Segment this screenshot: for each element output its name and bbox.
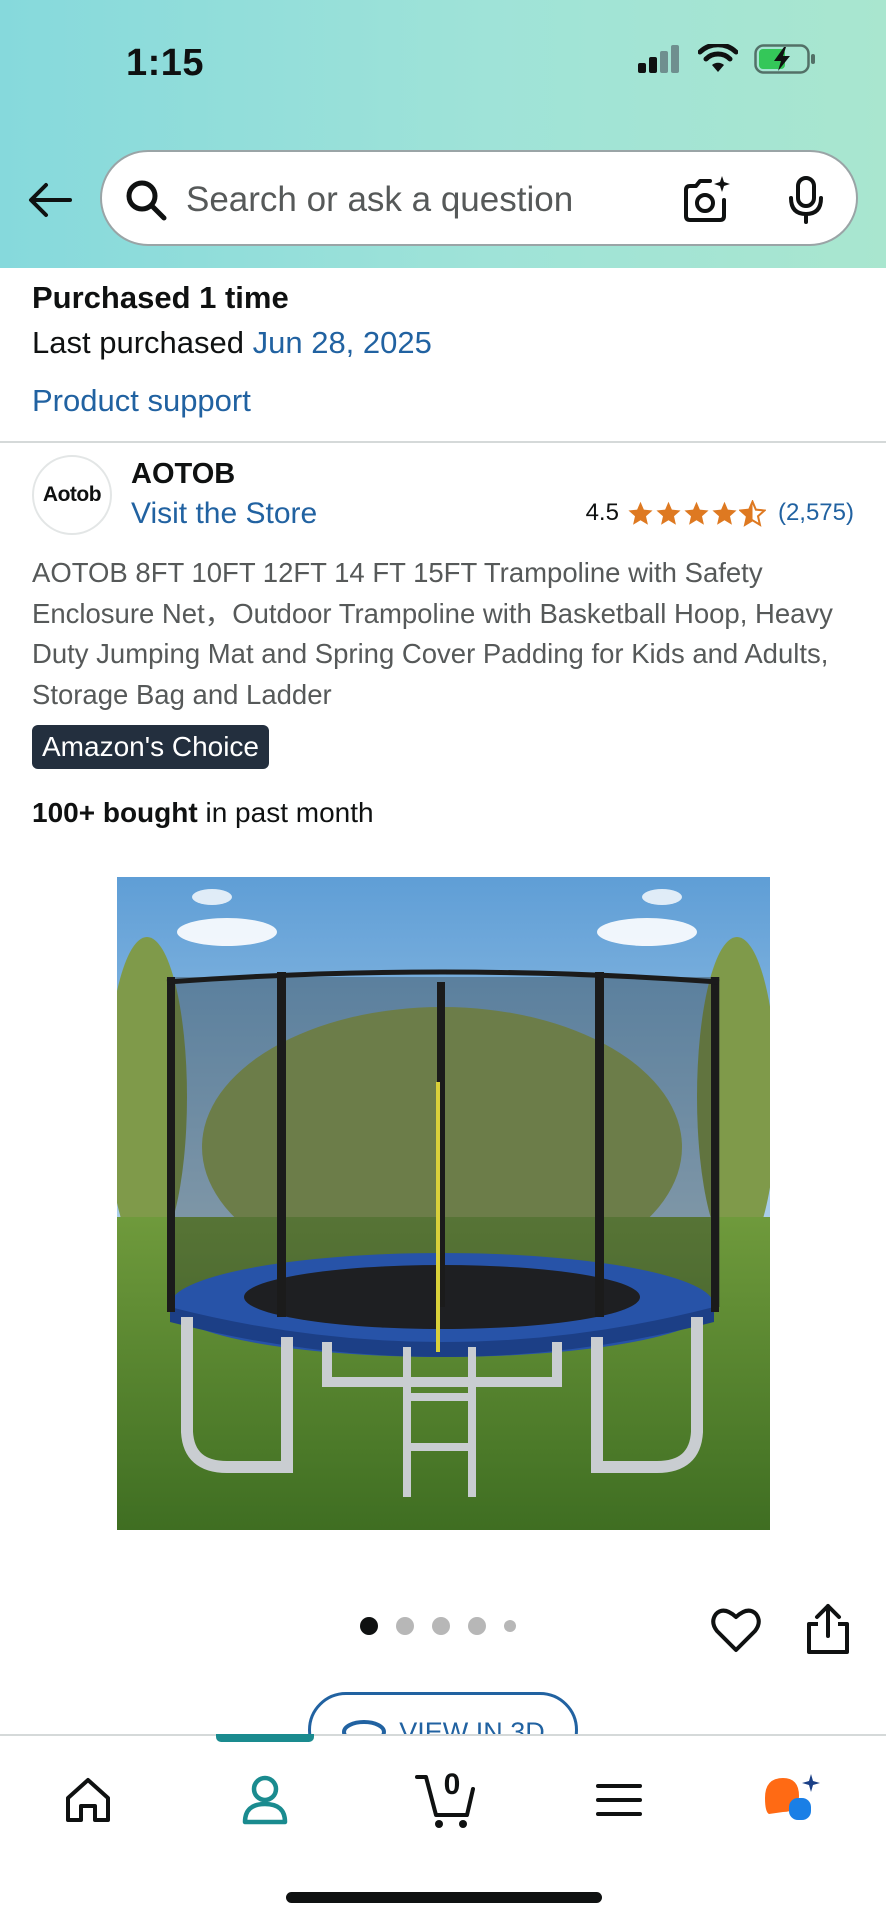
carousel-dot[interactable]: [432, 1617, 450, 1635]
carousel-dot-active[interactable]: [360, 1617, 378, 1635]
camera-search-icon[interactable]: [678, 172, 734, 228]
rating-value: 4.5: [585, 499, 619, 526]
bought-count: 100+ bought: [32, 797, 198, 828]
trampoline-image: [117, 877, 770, 1530]
image-carousel-indicator[interactable]: [360, 1617, 516, 1635]
brand-logo-text: Aotob: [42, 483, 102, 506]
tab-menu[interactable]: [585, 1766, 653, 1834]
purchase-count: Purchased 1 time: [32, 280, 289, 315]
brand-name: AOTOB: [131, 458, 236, 490]
microphone-icon[interactable]: [778, 172, 834, 228]
battery-charging-icon: [754, 44, 815, 74]
tab-rufus-assistant[interactable]: [758, 1766, 826, 1834]
visit-store-link[interactable]: Visit the Store: [131, 497, 317, 531]
rating-summary[interactable]: 4.5 (2,575): [586, 499, 854, 527]
star-icon: [656, 501, 681, 525]
tab-home[interactable]: [54, 1766, 122, 1834]
last-purchased-date-link[interactable]: Jun 28, 2025: [253, 325, 432, 360]
share-icon[interactable]: [802, 1602, 854, 1656]
account-icon: [242, 1775, 288, 1825]
active-tab-indicator: [216, 1734, 314, 1742]
star-icon: [712, 501, 737, 525]
cart-count: 0: [443, 1768, 461, 1801]
back-arrow-icon: [29, 183, 72, 217]
section-divider: [0, 441, 886, 443]
carousel-dot[interactable]: [468, 1617, 486, 1635]
last-purchased: Last purchased Jun 28, 2025: [32, 320, 852, 366]
last-purchased-label: Last purchased: [32, 325, 244, 360]
product-image[interactable]: [117, 877, 770, 1530]
carousel-dot[interactable]: [504, 1620, 516, 1632]
product-title: AOTOB 8FT 10FT 12FT 14 FT 15FT Trampolin…: [32, 557, 833, 710]
hamburger-menu-icon: [596, 1784, 642, 1816]
half-star-icon: [738, 499, 766, 527]
tab-cart[interactable]: 0: [410, 1766, 484, 1834]
search-placeholder: Search or ask a question: [186, 180, 574, 219]
signal-icon: [638, 45, 679, 73]
bottom-tab-bar: 0: [0, 1734, 886, 1920]
bought-period: in past month: [205, 797, 374, 828]
header: 1:15 Search or ask a question: [0, 0, 886, 268]
carousel-dot[interactable]: [396, 1617, 414, 1635]
amazons-choice-badge[interactable]: Amazon's Choice: [32, 725, 269, 769]
back-button[interactable]: [26, 176, 74, 224]
purchase-history: Purchased 1 time Last purchased Jun 28, …: [32, 278, 852, 424]
rufus-assistant-icon: [765, 1774, 820, 1820]
star-icon: [628, 501, 653, 525]
search-icon: [126, 180, 167, 221]
search-input[interactable]: Search or ask a question: [100, 150, 858, 246]
rating-count-link[interactable]: (2,575): [778, 499, 854, 527]
product-support-link[interactable]: Product support: [32, 378, 852, 424]
star-icon: [684, 501, 709, 525]
status-icons: [638, 44, 816, 74]
wishlist-heart-icon[interactable]: [710, 1604, 762, 1656]
home-icon: [66, 1778, 110, 1822]
tab-account[interactable]: [231, 1766, 299, 1834]
bought-in-past-month: 100+ bought in past month: [32, 797, 374, 829]
home-indicator: [286, 1892, 602, 1903]
wifi-icon: [698, 44, 738, 72]
star-rating: [627, 499, 766, 527]
brand-logo[interactable]: Aotob: [32, 455, 112, 535]
status-time: 1:15: [126, 42, 205, 84]
